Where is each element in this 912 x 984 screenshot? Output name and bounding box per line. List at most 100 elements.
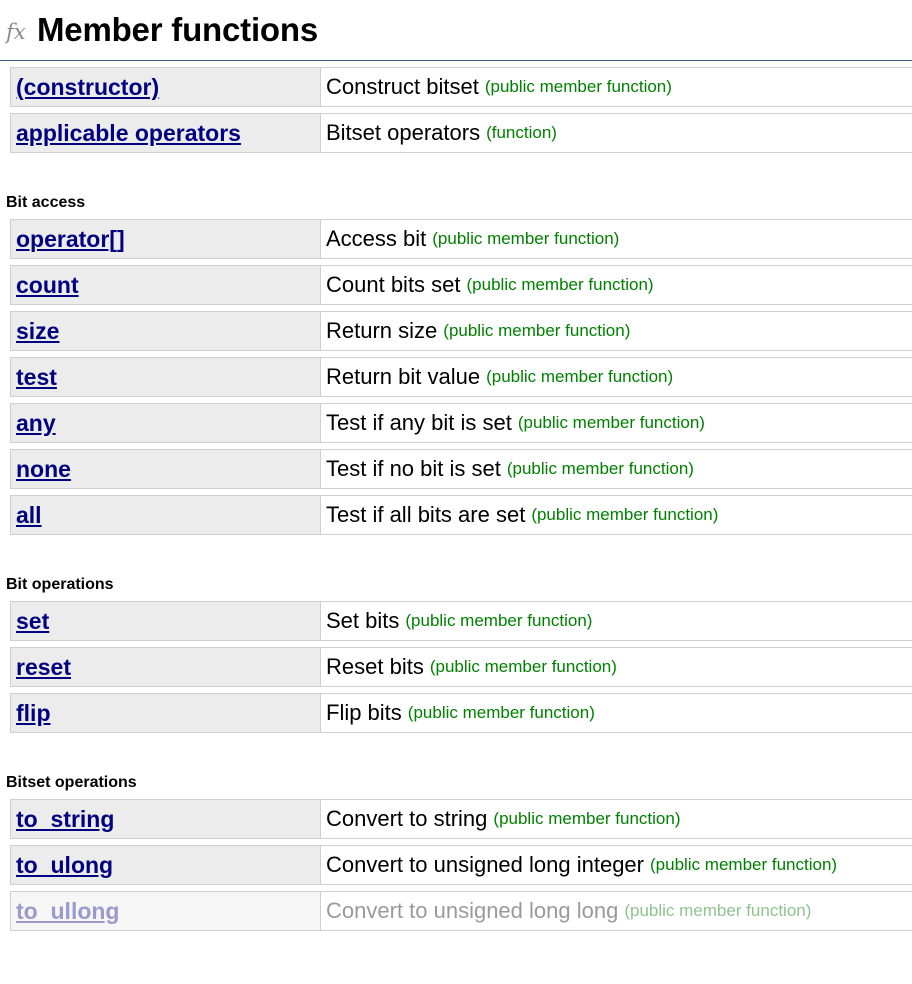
desc-cell: Reset bits (public member function) xyxy=(321,648,912,686)
member-link-flip[interactable]: flip xyxy=(16,700,51,727)
table-row: all Test if all bits are set (public memb… xyxy=(10,495,912,535)
desc-cell: Convert to unsigned long long (public mem… xyxy=(321,892,912,930)
table-row: reset Reset bits (public member function) xyxy=(10,647,912,687)
member-description: Flip bits xyxy=(326,700,402,725)
member-kind: (public member function) xyxy=(466,275,654,294)
bit-access-table: operator[] Access bit (public member func… xyxy=(10,219,912,535)
desc-cell: Test if any bit is set (public member fun… xyxy=(321,404,912,442)
name-cell: reset xyxy=(10,648,321,686)
desc-cell: Flip bits (public member function) xyxy=(321,694,912,732)
member-kind: (public member function) xyxy=(493,809,681,828)
name-cell: none xyxy=(10,450,321,488)
page-title: Member functions xyxy=(37,11,318,48)
member-kind: (public member function) xyxy=(484,77,672,96)
table-row: applicable operators Bitset operators (fu… xyxy=(10,113,912,153)
intro-table: (constructor) Construct bitset (public me… xyxy=(10,67,912,153)
bitset-operations-table: to_string Convert to string (public membe… xyxy=(10,799,912,931)
table-row: to_ulong Convert to unsigned long intege… xyxy=(10,845,912,885)
member-description: Convert to unsigned long integer xyxy=(326,852,644,877)
member-link-test[interactable]: test xyxy=(16,364,57,391)
member-kind: (public member function) xyxy=(429,657,617,676)
desc-cell: Set bits (public member function) xyxy=(321,602,912,640)
name-cell: to_ullong xyxy=(10,892,321,930)
name-cell: test xyxy=(10,358,321,396)
name-cell: count xyxy=(10,266,321,304)
member-kind: (public member function) xyxy=(443,321,631,340)
member-link-reset[interactable]: reset xyxy=(16,654,71,681)
member-kind: (public member function) xyxy=(531,505,719,524)
member-kind: (public member function) xyxy=(432,229,620,248)
name-cell: operator[] xyxy=(10,220,321,258)
member-kind: (public member function) xyxy=(405,611,593,630)
member-link-operator-brackets[interactable]: operator[] xyxy=(16,226,125,253)
member-kind: (public member function) xyxy=(407,703,595,722)
table-row: to_string Convert to string (public membe… xyxy=(10,799,912,839)
bit-operations-table: set Set bits (public member function) res… xyxy=(10,601,912,733)
member-link-to-ullong[interactable]: to_ullong xyxy=(16,898,119,925)
name-cell: applicable operators xyxy=(10,114,321,152)
group-title-bit-operations: Bit operations xyxy=(6,576,114,593)
name-cell: any xyxy=(10,404,321,442)
member-description: Convert to string xyxy=(326,806,488,831)
member-link-count[interactable]: count xyxy=(16,272,79,299)
member-kind: (public member function) xyxy=(624,901,812,920)
member-description: Test if all bits are set xyxy=(326,502,526,527)
table-row: test Return bit value (public member func… xyxy=(10,357,912,397)
desc-cell: Test if all bits are set (public member f… xyxy=(321,496,912,534)
member-link-any[interactable]: any xyxy=(16,410,56,437)
desc-cell: Return bit value (public member function) xyxy=(321,358,912,396)
member-description: Return bit value xyxy=(326,364,481,389)
member-description: Construct bitset xyxy=(326,74,479,99)
member-kind: (function) xyxy=(486,123,557,142)
desc-cell: Convert to string (public member function… xyxy=(321,800,912,838)
member-description: Test if no bit is set xyxy=(326,456,501,481)
member-kind: (public member function) xyxy=(486,367,674,386)
member-link-constructor[interactable]: (constructor) xyxy=(16,74,159,101)
member-link-to-ulong[interactable]: to_ulong xyxy=(16,852,113,879)
member-description: Convert to unsigned long long xyxy=(326,898,619,923)
name-cell: flip xyxy=(10,694,321,732)
name-cell: (constructor) xyxy=(10,68,321,106)
function-icon: fx xyxy=(6,20,26,44)
member-description: Reset bits xyxy=(326,654,424,679)
desc-cell: Count bits set (public member function) xyxy=(321,266,912,304)
member-kind: (public member function) xyxy=(650,855,838,874)
member-link-none[interactable]: none xyxy=(16,456,71,483)
name-cell: to_string xyxy=(10,800,321,838)
member-link-applicable-operators[interactable]: applicable operators xyxy=(16,120,241,147)
name-cell: all xyxy=(10,496,321,534)
desc-cell: Construct bitset (public member function) xyxy=(321,68,912,106)
member-kind: (public member function) xyxy=(517,413,705,432)
member-description: Set bits xyxy=(326,608,400,633)
member-link-size[interactable]: size xyxy=(16,318,59,345)
table-row: flip Flip bits (public member function) xyxy=(10,693,912,733)
member-link-set[interactable]: set xyxy=(16,608,49,635)
table-row: none Test if no bit is set (public member… xyxy=(10,449,912,489)
desc-cell: Test if no bit is set (public member func… xyxy=(321,450,912,488)
member-link-all[interactable]: all xyxy=(16,502,42,529)
name-cell: to_ulong xyxy=(10,846,321,884)
section-header: fx Member functions xyxy=(0,0,912,61)
table-row: any Test if any bit is set (public member… xyxy=(10,403,912,443)
member-link-to-string[interactable]: to_string xyxy=(16,806,114,833)
table-row: to_ullong Convert to unsigned long long (… xyxy=(10,891,912,931)
table-row: (constructor) Construct bitset (public me… xyxy=(10,67,912,107)
desc-cell: Access bit (public member function) xyxy=(321,220,912,258)
desc-cell: Convert to unsigned long integer (public … xyxy=(321,846,912,884)
table-row: count Count bits set (public member funct… xyxy=(10,265,912,305)
member-kind: (public member function) xyxy=(506,459,694,478)
member-description: Count bits set xyxy=(326,272,461,297)
group-title-bitset-operations: Bitset operations xyxy=(6,774,137,791)
member-description: Access bit xyxy=(326,226,427,251)
table-row: size Return size (public member function) xyxy=(10,311,912,351)
member-description: Bitset operators xyxy=(326,120,481,145)
table-row: set Set bits (public member function) xyxy=(10,601,912,641)
name-cell: size xyxy=(10,312,321,350)
name-cell: set xyxy=(10,602,321,640)
member-description: Return size xyxy=(326,318,438,343)
member-description: Test if any bit is set xyxy=(326,410,512,435)
group-title-bit-access: Bit access xyxy=(6,194,86,211)
desc-cell: Return size (public member function) xyxy=(321,312,912,350)
desc-cell: Bitset operators (function) xyxy=(321,114,912,152)
table-row: operator[] Access bit (public member func… xyxy=(10,219,912,259)
